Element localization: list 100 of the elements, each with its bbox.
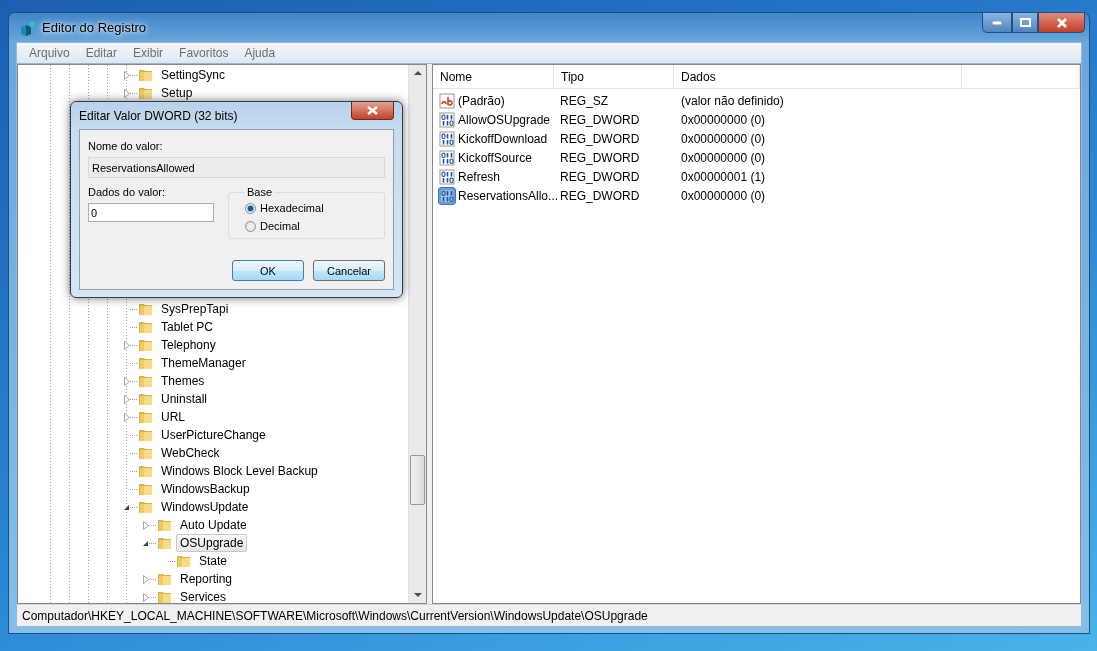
value-data-cell-text: 0x00000000 (0)	[680, 150, 767, 165]
folder-icon	[138, 373, 154, 389]
collapsed-arrow-icon[interactable]	[124, 394, 130, 404]
tree-item[interactable]: Services	[176, 588, 230, 603]
status-bar: Computador\HKEY_LOCAL_MACHINE\SOFTWARE\Microsoft\Windows\CurrentVersion\WindowsUpdate\OSUpgrade	[16, 604, 1082, 627]
folder-icon	[138, 409, 154, 425]
value-data-cell-text: 0x00000000 (0)	[680, 188, 767, 203]
folder-icon	[157, 535, 173, 551]
menu-item[interactable]: Arquivo	[21, 46, 78, 60]
expanded-arrow-icon[interactable]	[123, 503, 130, 511]
maximize-icon	[1019, 18, 1031, 27]
collapsed-arrow-icon[interactable]	[124, 88, 130, 98]
tree-item[interactable]: Tablet PC	[157, 318, 218, 336]
value-name-cell[interactable]: AllowOSUpgrade	[433, 111, 554, 128]
scroll-up-icon[interactable]	[413, 70, 422, 75]
radio-icon[interactable]	[245, 202, 256, 214]
folder-icon	[138, 499, 154, 515]
value-type-cell-text: REG_DWORD	[559, 112, 641, 127]
value-type-cell-text: REG_DWORD	[559, 131, 641, 146]
binary-value-icon	[439, 187, 455, 204]
folder-icon	[157, 571, 173, 587]
folder-icon	[176, 553, 192, 569]
binary-value-icon	[439, 111, 455, 128]
menu-item[interactable]: Editar	[77, 46, 126, 60]
folder-icon	[138, 481, 154, 497]
menu-item[interactable]: Exibir	[125, 46, 172, 60]
radio-option[interactable]: Decimal	[245, 220, 374, 232]
vertical-scrollbar[interactable]	[408, 65, 426, 603]
folder-icon	[138, 85, 154, 101]
collapsed-arrow-icon[interactable]	[124, 70, 130, 80]
radio-option[interactable]: Hexadecimal	[245, 202, 374, 214]
dialog-button[interactable]: Cancelar	[313, 260, 385, 281]
collapsed-arrow-icon[interactable]	[143, 574, 149, 584]
tree-item[interactable]: SettingSync	[157, 66, 230, 84]
scroll-thumb[interactable]	[410, 455, 425, 505]
string-value-icon	[439, 92, 455, 109]
folder-icon	[138, 391, 154, 407]
radio-icon[interactable]	[245, 220, 256, 232]
value-name-cell[interactable]: KickoffDownload	[433, 130, 554, 147]
value-name-cell[interactable]: KickoffSource	[433, 149, 554, 166]
minimize-icon	[992, 20, 1002, 25]
tree-item[interactable]: WindowsUpdate	[157, 498, 253, 516]
menu-item[interactable]: Favoritos	[171, 46, 237, 60]
tree-item[interactable]: WebCheck	[157, 444, 224, 462]
folder-icon	[157, 589, 173, 603]
collapsed-arrow-icon[interactable]	[124, 340, 130, 350]
folder-icon	[138, 67, 154, 83]
value-data-cell-text: 0x00000001 (1)	[680, 169, 767, 184]
scroll-down-icon[interactable]	[413, 593, 422, 598]
tree-item[interactable]: State	[195, 552, 232, 570]
collapsed-arrow-icon[interactable]	[124, 412, 130, 422]
field-label: Dados do valor:	[88, 186, 167, 198]
folder-icon	[138, 427, 154, 443]
tree-item[interactable]: WindowsBackup	[157, 480, 254, 498]
tree-item[interactable]: ThemeManager	[157, 354, 250, 372]
binary-value-icon	[439, 168, 455, 185]
tree-item[interactable]: Uninstall	[157, 390, 212, 408]
group-label: Base	[246, 186, 274, 198]
value-type-cell-text: REG_DWORD	[559, 150, 641, 165]
minimize-button[interactable]	[982, 13, 1012, 33]
dialog-title: Editar Valor DWORD (32 bits)	[79, 108, 238, 123]
registry-cubes-icon	[20, 19, 36, 36]
value-type-cell-text: REG_DWORD	[559, 169, 641, 184]
collapsed-arrow-icon[interactable]	[143, 592, 149, 602]
collapsed-arrow-icon[interactable]	[124, 376, 130, 386]
folder-icon	[138, 355, 154, 371]
tree-item[interactable]: Telephony	[157, 336, 220, 354]
tree-item[interactable]: SysPrepTapi	[157, 300, 233, 318]
value-data-cell-text: 0x00000000 (0)	[680, 112, 767, 127]
close-button[interactable]	[1038, 13, 1085, 33]
value-data-cell-text: (valor não definido)	[680, 93, 785, 108]
tree-item[interactable]: Windows Block Level Backup	[157, 462, 322, 480]
close-button[interactable]	[351, 102, 394, 120]
value-name-field: ReservationsAllowed	[88, 157, 385, 178]
tree-item[interactable]: OSUpgrade	[176, 534, 248, 552]
value-data-cell-text: 0x00000000 (0)	[680, 131, 767, 146]
binary-value-icon	[439, 149, 455, 166]
value-name-cell[interactable]: Refresh	[433, 168, 554, 185]
maximize-button[interactable]	[1012, 13, 1038, 33]
collapsed-arrow-icon[interactable]	[143, 520, 149, 530]
expanded-arrow-icon[interactable]	[142, 539, 149, 547]
tree-item[interactable]: Auto Update	[176, 516, 251, 534]
tree-item[interactable]: URL	[157, 408, 189, 426]
window-title: Editor do Registro	[42, 20, 147, 35]
tree-item[interactable]: Reporting	[176, 570, 237, 588]
folder-icon	[138, 445, 154, 461]
tree-item[interactable]: UserPictureChange	[157, 426, 270, 444]
dialog-button[interactable]: OK	[232, 260, 304, 281]
folder-icon	[138, 319, 154, 335]
field-label: Nome do valor:	[88, 140, 164, 152]
menu-item[interactable]: Ajuda	[236, 46, 284, 60]
folder-icon	[138, 337, 154, 353]
folder-icon	[138, 301, 154, 317]
tree-item[interactable]: Setup	[157, 84, 197, 102]
close-icon	[1055, 17, 1068, 28]
value-data-field[interactable]: 0	[88, 203, 214, 222]
value-name-cell[interactable]: (Padrão)	[433, 92, 554, 109]
folder-icon	[138, 463, 154, 479]
tree-item[interactable]: Themes	[157, 372, 209, 390]
binary-value-icon	[439, 130, 455, 147]
